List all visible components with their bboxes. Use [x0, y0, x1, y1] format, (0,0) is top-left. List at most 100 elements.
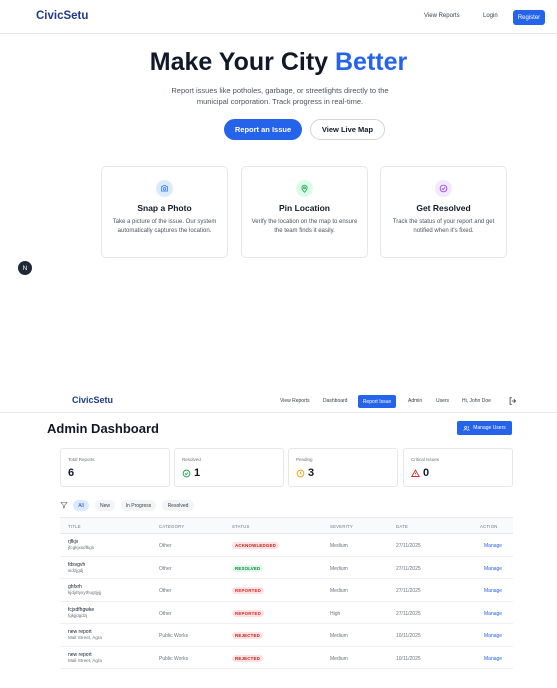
row-severity: Medium [330, 543, 348, 549]
admin-navbar: CivicSetu View Reports Dashboard Report … [0, 391, 557, 413]
row-date: 27/11/2025 [396, 588, 421, 594]
row-subtitle: jfcgkjxsdfkgn [68, 545, 95, 550]
stat-card-total: Total Reports 6 [60, 448, 170, 487]
row-subtitle: Mall Street, Agra [68, 657, 102, 663]
filter-chip-all[interactable]: All [73, 500, 89, 511]
report-issue-button[interactable]: Report an Issue [224, 119, 302, 140]
header-action: ACTION [480, 524, 498, 529]
landing-navbar: CivicSetu View Reports Login Register [0, 0, 557, 34]
row-category: Other [159, 543, 172, 549]
row-severity: Medium [330, 633, 348, 639]
reports-table: TITLE CATEGORY STATUS SEVERITY DATE ACTI… [60, 517, 513, 669]
row-date: 27/11/2025 [396, 610, 421, 617]
view-live-map-button[interactable]: View Live Map [310, 119, 385, 140]
camera-icon [156, 180, 173, 197]
nav-dashboard-link[interactable]: Dashboard [323, 398, 347, 404]
feature-description: Verify the location on the map to ensure… [251, 219, 358, 234]
table-row: new report Mall Street, Agra Public Work… [60, 624, 513, 647]
header-category: CATEGORY [159, 524, 185, 529]
register-button[interactable]: Register [513, 10, 545, 25]
user-greeting: Hi, John Doe [462, 398, 491, 404]
stat-label: Critical Issues [411, 457, 440, 462]
row-category: Public Works [159, 655, 189, 662]
manage-link[interactable]: Manage [484, 611, 502, 617]
status-badge: REPORTED [232, 609, 264, 617]
feature-title: Get Resolved [416, 203, 471, 213]
row-severity: High [330, 610, 341, 617]
feature-card-get-resolved: Get Resolved Track the status of your re… [380, 166, 507, 258]
manage-link[interactable]: Manage [484, 633, 502, 639]
manage-link[interactable]: Manage [484, 566, 502, 572]
page-title: Admin Dashboard [47, 421, 159, 436]
dev-tools-bubble[interactable]: N [18, 261, 32, 275]
filter-chip-in-progress[interactable]: In Progress [121, 500, 156, 511]
header-date: DATE [396, 524, 409, 529]
status-badge: ACKNOWLEDGED [232, 542, 279, 549]
manage-link[interactable]: Manage [484, 656, 502, 662]
filter-chip-resolved[interactable]: Resolved [162, 500, 194, 511]
nav-view-reports-link[interactable]: View Reports [424, 13, 460, 19]
row-category: Public Works [159, 633, 189, 639]
nav-report-issue-button[interactable]: Report Issue [358, 395, 396, 408]
clock-icon [296, 469, 305, 477]
row-subtitle: sidzjgdj [68, 567, 84, 573]
feature-description: Track the status of your report and get … [392, 219, 495, 234]
stat-value: 0 [423, 467, 430, 479]
row-severity: Medium [330, 588, 348, 594]
stat-card-resolved: Resolved 1 [174, 448, 284, 487]
manage-users-button[interactable]: Manage Users [457, 421, 512, 435]
row-category: Other [159, 565, 172, 572]
table-row: fcjxdfhgwke fgkjjdgdzj Other REPORTED Hi… [60, 602, 513, 624]
brand-logo[interactable]: CivicSetu [36, 10, 88, 22]
row-severity: Medium [330, 565, 348, 572]
stat-label: Pending [296, 457, 313, 462]
manage-link[interactable]: Manage [484, 543, 502, 549]
row-date: 10/11/2025 [396, 633, 421, 639]
feature-card-snap-photo: Snap a Photo Take a picture of the issue… [101, 166, 228, 258]
status-badge: REPORTED [232, 587, 264, 594]
row-subtitle: Mall Street, Agra [68, 635, 102, 640]
row-severity: Medium [330, 655, 348, 662]
map-pin-icon [296, 180, 313, 197]
table-row: ghfxrh kjdjdtyxythugtjyjj Other REPORTED… [60, 579, 513, 602]
nav-users-link[interactable]: Users [436, 398, 449, 404]
nav-admin-link[interactable]: Admin [408, 398, 422, 404]
filter-chip-new[interactable]: New [95, 500, 115, 511]
logout-icon[interactable] [508, 396, 518, 406]
row-subtitle: fgkjjdgdzj [68, 612, 88, 618]
feature-description: Take a picture of the issue. Our system … [112, 219, 217, 234]
nav-view-reports-link[interactable]: View Reports [280, 398, 310, 404]
row-date: 27/11/2025 [396, 543, 421, 549]
row-category: Other [159, 588, 172, 594]
row-date: 27/11/2025 [396, 565, 421, 572]
status-badge: RESOLVED [232, 564, 264, 572]
feature-title: Pin Location [279, 203, 330, 213]
table-row: rjfkjv jfcgkjxsdfkgn Other ACKNOWLEDGED … [60, 534, 513, 557]
header-title: TITLE [68, 524, 81, 529]
hero-title-main: Make Your City [149, 48, 335, 76]
stat-label: Resolved [182, 457, 201, 462]
stat-value: 6 [68, 467, 75, 479]
stat-card-pending: Pending 3 [288, 448, 398, 487]
stat-value: 1 [194, 467, 201, 479]
status-badge: REJECTED [232, 654, 264, 662]
nav-login-link[interactable]: Login [483, 13, 498, 19]
stat-card-critical: Critical Issues 0 [403, 448, 513, 487]
stat-label: Total Reports [68, 457, 95, 462]
table-row: new report Mall Street, Agra Public Work… [60, 647, 513, 669]
brand-logo[interactable]: CivicSetu [72, 395, 113, 405]
manage-link[interactable]: Manage [484, 588, 502, 594]
stat-value: 3 [308, 467, 315, 479]
alert-triangle-icon [411, 468, 420, 477]
filter-icon [60, 502, 68, 509]
row-date: 10/11/2025 [396, 655, 421, 662]
table-header: TITLE CATEGORY STATUS SEVERITY DATE ACTI… [60, 517, 513, 534]
row-subtitle: kjdjdtyxythugtjyjj [68, 590, 102, 595]
check-circle-icon [435, 180, 452, 197]
row-category: Other [159, 610, 172, 617]
hero-title: Make Your City Better [0, 48, 557, 77]
manage-users-label: Manage Users [473, 425, 506, 431]
hero-title-accent: Better [335, 48, 408, 76]
feature-card-pin-location: Pin Location Verify the location on the … [241, 166, 368, 258]
header-severity: SEVERITY [330, 524, 354, 529]
